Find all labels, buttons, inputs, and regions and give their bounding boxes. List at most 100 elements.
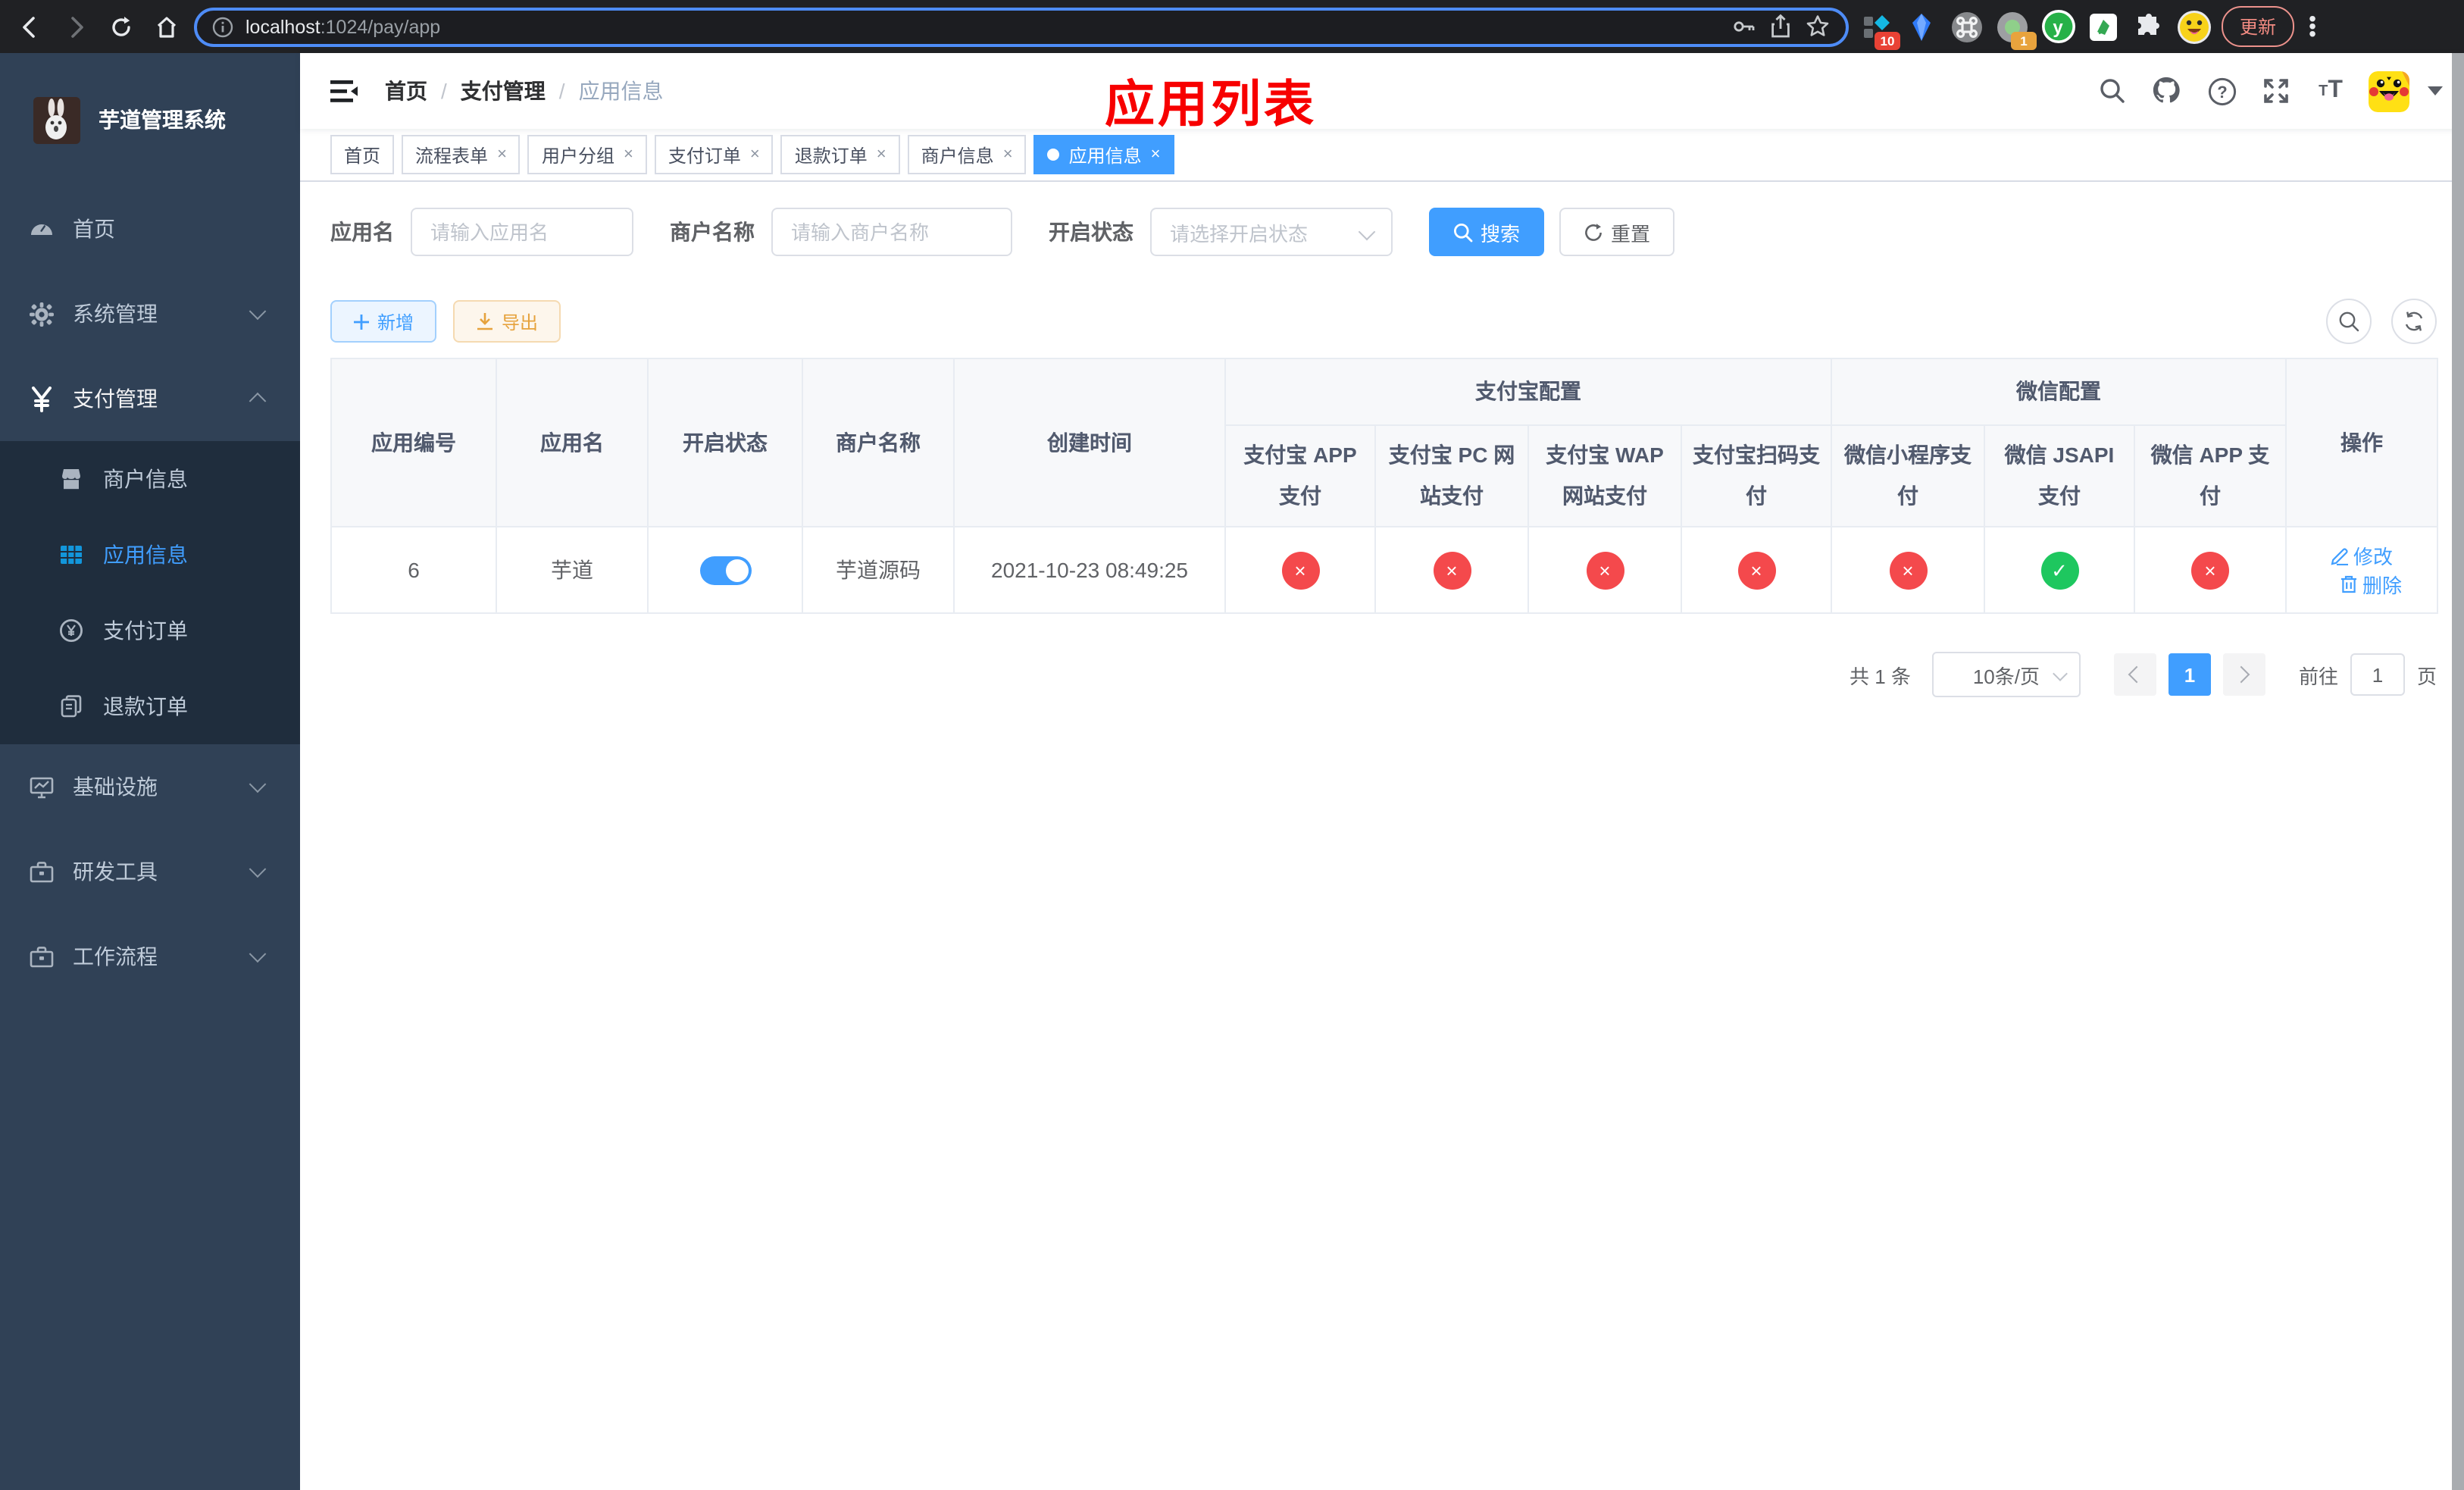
share-icon[interactable] xyxy=(1768,14,1793,39)
profile-emoji-avatar[interactable] xyxy=(2176,8,2212,45)
status-select[interactable]: 请选择开启状态 xyxy=(1150,208,1393,256)
url-bar[interactable]: localhost:1024/pay/app xyxy=(194,7,1849,46)
extension-doc-icon[interactable] xyxy=(2085,8,2122,45)
close-icon[interactable]: × xyxy=(1151,146,1161,164)
toggle-knob xyxy=(725,559,748,581)
merchant-name-input[interactable] xyxy=(771,208,1012,256)
logo-rabbit-icon xyxy=(33,96,80,143)
tab-home[interactable]: 首页 xyxy=(330,135,395,174)
reset-button[interactable]: 重置 xyxy=(1559,208,1675,256)
extension-recorder-icon[interactable]: 1 xyxy=(1994,8,2037,49)
edit-link[interactable]: 修改 xyxy=(2331,541,2393,570)
browser-home-icon[interactable] xyxy=(149,8,185,45)
sidebar-item-home[interactable]: 首页 xyxy=(0,186,300,271)
extension-badge: 1 xyxy=(2011,31,2037,49)
table-refresh-button[interactable] xyxy=(2391,299,2437,344)
goto-page-input[interactable] xyxy=(2350,653,2405,696)
status-label: 开启状态 xyxy=(1049,220,1134,244)
row-enabled-toggle[interactable] xyxy=(699,556,751,584)
tab-label: 用户分组 xyxy=(541,145,614,166)
page-scrollbar[interactable] xyxy=(2452,53,2464,1490)
chevron-left-icon xyxy=(2128,665,2147,684)
sidebar-item-infrastructure[interactable]: 基础设施 xyxy=(0,744,300,829)
tab-app-info[interactable]: 应用信息 × xyxy=(1033,135,1174,174)
col-alipay-qr: 支付宝扫码支付 xyxy=(1681,424,1832,527)
search-button[interactable]: 搜索 xyxy=(1429,208,1545,256)
extension-gem-icon[interactable] xyxy=(1903,8,1940,45)
chevron-down-icon xyxy=(1358,223,1376,241)
toolbox-icon xyxy=(26,944,56,969)
avatar-dropdown-caret[interactable] xyxy=(2428,86,2443,95)
col-group-alipay: 支付宝配置 xyxy=(1224,358,1832,426)
tags-view: 首页 流程表单 × 用户分组 × 支付订单 × 退款订单 × 商户信息 × 应用信息 × xyxy=(300,129,2464,182)
prev-page-button[interactable] xyxy=(2113,653,2156,696)
navbar-actions: ? TT xyxy=(2096,70,2464,111)
close-icon[interactable]: × xyxy=(497,146,507,164)
active-dot xyxy=(1047,149,1060,161)
sidebar-item-refund-order[interactable]: 退款订单 xyxy=(0,668,300,744)
help-glyph: ? xyxy=(2216,82,2226,101)
breadcrumb-home[interactable]: 首页 xyxy=(385,76,427,106)
bookmark-star-icon[interactable] xyxy=(1805,14,1831,39)
sidebar-logo[interactable]: 芋道管理系统 xyxy=(0,53,300,186)
browser-menu-icon[interactable]: • • • xyxy=(2303,8,2322,44)
github-icon[interactable] xyxy=(2150,74,2184,108)
status-alipay-app: × xyxy=(1281,551,1319,589)
payment-submenu: 商户信息 应用信息 支付订单 退款订单 xyxy=(0,441,300,744)
extension-y-icon[interactable]: y xyxy=(2040,8,2076,45)
sidebar-item-dev-tools[interactable]: 研发工具 xyxy=(0,829,300,914)
tab-refund-order[interactable]: 退款订单 × xyxy=(780,135,900,174)
sidebar-item-workflow[interactable]: 工作流程 xyxy=(0,914,300,999)
password-key-icon[interactable] xyxy=(1731,14,1756,39)
page-size-select[interactable]: 10条/页 xyxy=(1931,652,2081,697)
chevron-right-icon xyxy=(2233,665,2251,684)
site-info-icon[interactable] xyxy=(212,16,233,37)
cell-merchant: 芋道源码 xyxy=(802,526,955,614)
page-size-value: 10条/页 xyxy=(1972,665,2040,687)
collapse-sidebar-icon[interactable] xyxy=(327,74,361,108)
trash-icon xyxy=(2340,575,2356,593)
close-icon[interactable]: × xyxy=(750,146,760,164)
export-button[interactable]: 导出 xyxy=(453,300,561,343)
search-icon[interactable] xyxy=(2096,74,2129,108)
extension-command-icon[interactable] xyxy=(1949,8,1985,45)
close-icon[interactable]: × xyxy=(1003,146,1013,164)
tab-merchant-info[interactable]: 商户信息 × xyxy=(907,135,1027,174)
help-icon[interactable]: ? xyxy=(2205,74,2238,108)
status-alipay-pc: × xyxy=(1433,551,1471,589)
browser-forward-icon[interactable] xyxy=(58,8,94,45)
close-icon[interactable]: × xyxy=(624,146,633,164)
close-icon[interactable]: × xyxy=(877,146,886,164)
add-button[interactable]: 新增 xyxy=(330,300,437,343)
user-avatar[interactable] xyxy=(2369,70,2409,111)
app-name-input[interactable] xyxy=(411,208,633,256)
extensions-puzzle-icon[interactable] xyxy=(2131,8,2167,45)
extension-blocks-icon[interactable]: 10 xyxy=(1858,8,1900,49)
chevron-down-icon xyxy=(2053,666,2068,681)
tab-pay-order[interactable]: 支付订单 × xyxy=(654,135,774,174)
sidebar-item-payment[interactable]: 支付管理 xyxy=(0,356,300,441)
breadcrumb-separator: / xyxy=(558,79,565,103)
cell-app-name: 芋道 xyxy=(496,526,649,614)
yen-icon xyxy=(26,386,56,412)
chevron-down-icon xyxy=(249,302,267,321)
tab-process-form[interactable]: 流程表单 × xyxy=(402,135,521,174)
next-page-button[interactable] xyxy=(2222,653,2265,696)
browser-back-icon[interactable] xyxy=(12,8,48,45)
table-search-toggle-button[interactable] xyxy=(2326,299,2372,344)
browser-update-button[interactable]: 更新 xyxy=(2222,6,2295,47)
breadcrumb-payment[interactable]: 支付管理 xyxy=(461,76,546,106)
sidebar-item-app-info[interactable]: 应用信息 xyxy=(0,517,300,593)
fullscreen-icon[interactable] xyxy=(2259,74,2293,108)
current-page-button[interactable]: 1 xyxy=(2168,653,2211,696)
sidebar-item-pay-order[interactable]: 支付订单 xyxy=(0,593,300,668)
gear-icon xyxy=(26,301,56,327)
delete-link[interactable]: 删除 xyxy=(2340,570,2402,599)
tab-user-group[interactable]: 用户分组 × xyxy=(527,135,647,174)
browser-reload-icon[interactable] xyxy=(103,8,139,45)
url-text[interactable]: localhost:1024/pay/app xyxy=(245,16,1718,37)
font-size-icon[interactable]: TT xyxy=(2314,74,2347,108)
status-wechat-jsapi: ✓ xyxy=(2040,551,2078,589)
sidebar-item-system[interactable]: 系统管理 xyxy=(0,271,300,356)
sidebar-item-merchant-info[interactable]: 商户信息 xyxy=(0,441,300,517)
